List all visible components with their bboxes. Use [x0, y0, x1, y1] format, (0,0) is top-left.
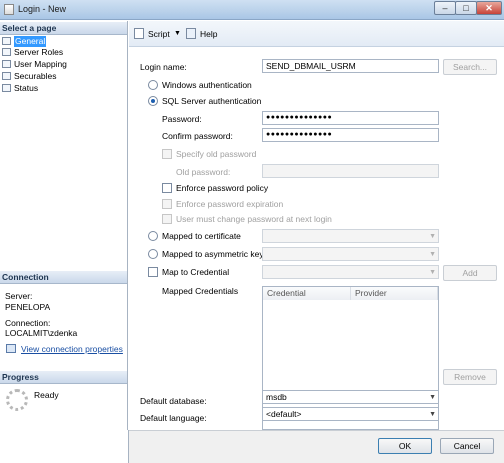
- mapped-certificate-radio[interactable]: [148, 231, 158, 241]
- help-icon: [186, 28, 196, 39]
- cancel-button[interactable]: Cancel: [440, 438, 494, 454]
- page-icon: [2, 72, 11, 80]
- windows-auth-radio[interactable]: [148, 80, 158, 90]
- page-item-status[interactable]: Status: [2, 83, 38, 94]
- title-bar: [0, 0, 504, 20]
- old-password-input[interactable]: [262, 164, 439, 178]
- view-connection-properties-link[interactable]: View connection properties: [21, 344, 123, 354]
- connection-label: Connection:: [5, 318, 51, 328]
- progress-status: Ready: [34, 390, 59, 400]
- dropdown-arrow-icon: ▼: [429, 251, 436, 258]
- old-password-label: Old password:: [176, 167, 231, 177]
- dropdown-arrow-icon: ▼: [429, 269, 436, 276]
- default-database-label: Default database:: [140, 396, 207, 406]
- minimize-button[interactable]: –: [434, 1, 456, 15]
- must-change-label: User must change password at next login: [176, 214, 332, 224]
- specify-old-password-checkbox[interactable]: [162, 149, 172, 159]
- page-item-server-roles[interactable]: Server Roles: [2, 47, 63, 58]
- script-icon: [134, 28, 144, 39]
- close-button[interactable]: ✕: [476, 1, 502, 15]
- confirm-password-input[interactable]: ●●●●●●●●●●●●●●: [262, 128, 439, 142]
- sql-auth-label: SQL Server authentication: [162, 96, 262, 106]
- mapped-asymmetric-radio[interactable]: [148, 249, 158, 259]
- connection-header: Connection: [0, 271, 127, 284]
- default-language-value: <default>: [266, 409, 302, 419]
- search-button[interactable]: Search...: [443, 59, 497, 75]
- maximize-button[interactable]: □: [455, 1, 477, 15]
- page-icon: [2, 84, 11, 92]
- grid-header-credential[interactable]: Credential: [263, 287, 351, 300]
- server-value: PENELOPA: [5, 302, 51, 312]
- certificate-select[interactable]: ▼: [262, 229, 439, 243]
- ok-button[interactable]: OK: [378, 438, 432, 454]
- page-item-label: General: [14, 36, 47, 47]
- confirm-password-label: Confirm password:: [162, 131, 233, 141]
- left-pane-footer: [0, 430, 129, 463]
- dropdown-arrow-icon: ▼: [429, 394, 436, 401]
- help-button[interactable]: Help: [200, 28, 217, 40]
- mapped-credentials-label: Mapped Credentials: [162, 286, 239, 296]
- windows-auth-label: Windows authentication: [162, 80, 252, 90]
- server-label: Server:: [5, 291, 33, 301]
- password-label: Password:: [162, 114, 202, 124]
- grid-header-provider[interactable]: Provider: [351, 287, 438, 300]
- script-button[interactable]: Script: [148, 28, 170, 40]
- select-page-header: Select a page: [0, 22, 127, 35]
- window-icon: [4, 4, 14, 15]
- enforce-policy-label: Enforce password policy: [176, 183, 269, 193]
- page-icon: [2, 37, 11, 45]
- login-name-input[interactable]: SEND_DBMAIL_USRM: [262, 59, 439, 73]
- page-item-label: Status: [14, 83, 39, 93]
- password-input[interactable]: ●●●●●●●●●●●●●●: [262, 111, 439, 125]
- mapped-asymmetric-label: Mapped to asymmetric key: [162, 249, 264, 259]
- dropdown-arrow-icon: ▼: [429, 411, 436, 418]
- sql-auth-radio[interactable]: [148, 96, 158, 106]
- progress-spinner-icon: [6, 389, 28, 411]
- specify-old-password-label: Specify old password: [176, 149, 257, 159]
- default-database-value: msdb: [266, 392, 287, 402]
- add-button[interactable]: Add: [443, 265, 497, 281]
- enforce-expiration-checkbox[interactable]: [162, 199, 172, 209]
- default-language-select[interactable]: <default> ▼: [262, 407, 439, 421]
- mapped-certificate-label: Mapped to certificate: [162, 231, 241, 241]
- credential-select[interactable]: ▼: [262, 265, 439, 279]
- page-icon: [2, 60, 11, 68]
- dropdown-arrow-icon: ▼: [429, 233, 436, 240]
- page-item-label: Server Roles: [14, 47, 64, 57]
- login-name-label: Login name:: [140, 62, 187, 72]
- connection-properties-icon: [6, 344, 16, 353]
- asymmetric-key-select[interactable]: ▼: [262, 247, 439, 261]
- enforce-expiration-label: Enforce password expiration: [176, 199, 284, 209]
- page-item-general[interactable]: General: [2, 36, 47, 47]
- page-item-user-mapping[interactable]: User Mapping: [2, 59, 67, 70]
- connection-value: LOCALMIT\zdenka: [5, 328, 78, 338]
- must-change-checkbox[interactable]: [162, 214, 172, 224]
- page-icon: [2, 48, 11, 56]
- default-language-label: Default language:: [140, 413, 207, 423]
- enforce-policy-checkbox[interactable]: [162, 183, 172, 193]
- remove-button[interactable]: Remove: [443, 369, 497, 385]
- map-credential-label: Map to Credential: [162, 267, 230, 277]
- page-item-securables[interactable]: Securables: [2, 71, 57, 82]
- script-dropdown-icon[interactable]: ▼: [174, 28, 181, 40]
- window-title: Login - New: [18, 4, 67, 14]
- progress-header: Progress: [0, 371, 127, 384]
- page-item-label: User Mapping: [14, 59, 67, 69]
- default-database-select[interactable]: msdb ▼: [262, 390, 439, 404]
- page-item-label: Securables: [14, 71, 57, 81]
- map-credential-checkbox[interactable]: [148, 267, 158, 277]
